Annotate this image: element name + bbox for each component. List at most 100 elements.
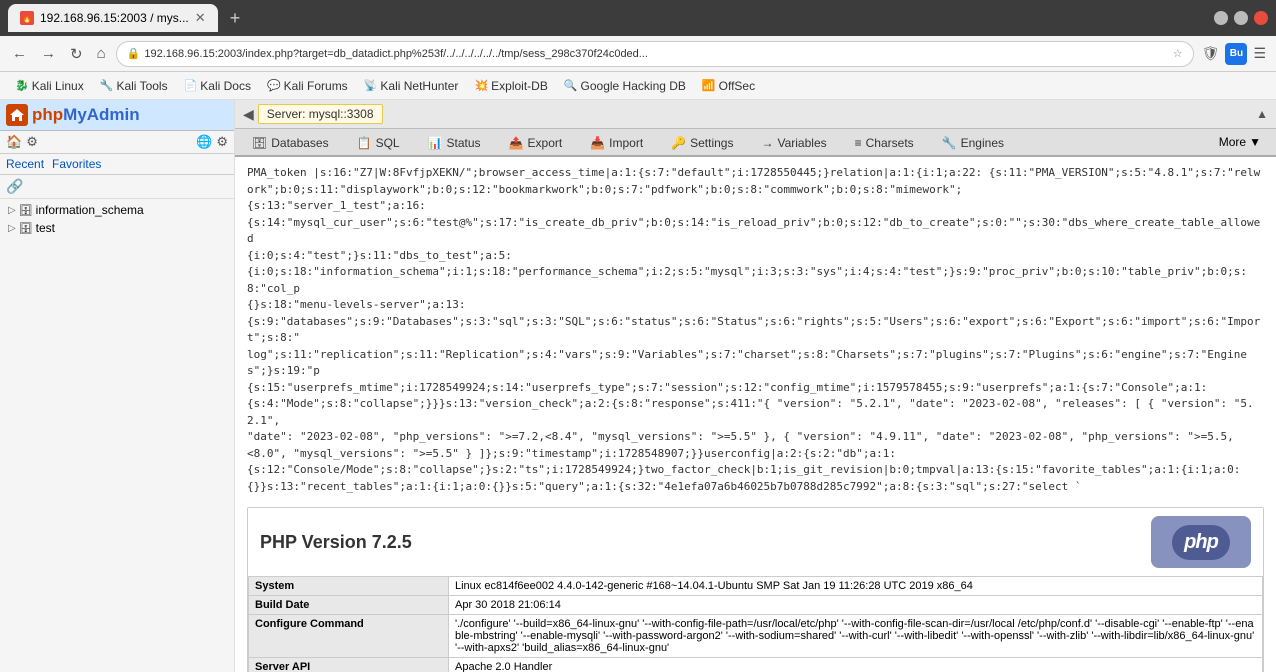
browser-tab[interactable]: 🔥 192.168.96.15:2003 / mys... ✕	[8, 4, 218, 32]
tab-close-button[interactable]: ✕	[195, 10, 206, 26]
menu-icon[interactable]: ☰	[1251, 43, 1268, 64]
phpmyadmin-logo: phpMyAdmin	[6, 104, 140, 126]
tab-sql[interactable]: 📋 SQL	[344, 130, 413, 155]
export-tab-label: Export	[528, 136, 563, 150]
tab-favicon: 🔥	[20, 11, 34, 25]
table-value: Apache 2.0 Handler	[449, 658, 1263, 672]
pma-house-icon	[6, 104, 28, 126]
charsets-tab-label: Charsets	[866, 136, 914, 150]
db-icon-information-schema: 🗄	[19, 204, 33, 217]
bookmark-google-hacking-db[interactable]: 🔍 Google Hacking DB	[557, 77, 693, 95]
profile-icon[interactable]: Bu	[1225, 43, 1247, 65]
home-button[interactable]: ⌂	[93, 43, 110, 64]
expand-content-button[interactable]: ▲	[1256, 107, 1268, 121]
window-controls	[1214, 11, 1268, 25]
expand-icon-test: ▷	[8, 223, 16, 234]
engines-tab-label: Engines	[961, 136, 1004, 150]
kali-nethunter-icon: 📡	[364, 79, 378, 92]
table-key: Configure Command	[249, 615, 449, 658]
new-tab-button[interactable]: +	[226, 8, 245, 29]
settings-tab-label: Settings	[690, 136, 733, 150]
address-bar[interactable]: 🔒 192.168.96.15:2003/index.php?target=db…	[116, 41, 1194, 67]
data-content: PMA_token |s:16:"Z7|W:8FvfjpXEKN/";brows…	[235, 157, 1276, 672]
favorites-link[interactable]: Favorites	[52, 157, 101, 171]
kali-docs-icon: 📄	[184, 79, 198, 92]
reload-button[interactable]: ↻	[66, 43, 87, 65]
back-button[interactable]: ←	[8, 43, 31, 64]
tab-import[interactable]: 📥 Import	[577, 130, 656, 155]
bookmark-exploit-db[interactable]: 💥 Exploit-DB	[467, 77, 554, 95]
bookmark-kali-docs[interactable]: 📄 Kali Docs	[177, 77, 258, 95]
table-value: Linux ec814f6ee002 4.4.0-142-generic #16…	[449, 577, 1263, 596]
import-tab-icon: 📥	[590, 136, 605, 150]
bookmarks-bar: 🐉 Kali Linux 🔧 Kali Tools 📄 Kali Docs 💬 …	[0, 72, 1276, 100]
sidebar-gear2-icon[interactable]: ⚙	[216, 134, 228, 150]
browser-toolbar: ← → ↻ ⌂ 🔒 192.168.96.15:2003/index.php?t…	[0, 36, 1276, 72]
sql-tab-icon: 📋	[357, 136, 372, 150]
offsec-icon: 📶	[702, 79, 716, 92]
server-breadcrumb: Server: mysql::3308	[258, 104, 383, 124]
bookmark-kali-nethunter[interactable]: 📡 Kali NetHunter	[357, 77, 466, 95]
more-chevron-icon: ▼	[1249, 135, 1261, 149]
table-key: Build Date	[249, 596, 449, 615]
kali-tools-icon: 🔧	[100, 79, 114, 92]
tab-engines[interactable]: 🔧 Engines	[929, 130, 1017, 155]
content-area: ◀ Server: mysql::3308 ▲ 🗄 Databases 📋 SQ…	[235, 100, 1276, 672]
sidebar-icons-row: 🏠 ⚙ 🌐 ⚙	[0, 131, 234, 154]
php-logo-inner: php	[1172, 525, 1230, 560]
table-row: System Linux ec814f6ee002 4.4.0-142-gene…	[249, 577, 1263, 596]
status-tab-label: Status	[447, 136, 481, 150]
tab-charsets[interactable]: ≡ Charsets	[842, 130, 927, 155]
status-tab-icon: 📊	[428, 136, 443, 150]
shield-icon[interactable]: 🛡	[1200, 43, 1222, 64]
recent-link[interactable]: Recent	[6, 157, 44, 171]
close-button[interactable]	[1254, 11, 1268, 25]
php-logo: php	[1151, 516, 1251, 568]
bookmark-kali-forums[interactable]: 💬 Kali Forums	[260, 77, 355, 95]
php-session-data: PMA_token |s:16:"Z7|W:8FvfjpXEKN/";brows…	[243, 161, 1268, 499]
sidebar-logo-area: phpMyAdmin	[0, 100, 234, 131]
charsets-tab-icon: ≡	[855, 136, 862, 150]
table-value: './configure' '--build=x86_64-linux-gnu'…	[449, 615, 1263, 658]
sidebar-recent-favorites: Recent Favorites	[0, 154, 234, 175]
sidebar-home-icon[interactable]: 🏠	[6, 134, 22, 150]
bookmark-star-icon[interactable]: ☆	[1173, 47, 1183, 60]
tab-export[interactable]: 📤 Export	[496, 130, 576, 155]
db-item-information-schema[interactable]: ▷ 🗄 information_schema	[0, 201, 234, 219]
tab-title: 192.168.96.15:2003 / mys...	[40, 11, 189, 25]
tab-databases[interactable]: 🗄 Databases	[239, 130, 342, 155]
bookmark-offsec[interactable]: 📶 OffSec	[695, 77, 762, 95]
import-tab-label: Import	[609, 136, 643, 150]
tab-variables[interactable]: → Variables	[748, 130, 839, 155]
php-version-title: PHP Version 7.2.5	[260, 532, 412, 553]
table-row: Configure Command './configure' '--build…	[249, 615, 1263, 658]
sidebar-settings-icon[interactable]: ⚙	[26, 134, 38, 150]
maximize-button[interactable]	[1234, 11, 1248, 25]
more-tab-label: More	[1219, 135, 1246, 149]
variables-tab-label: Variables	[777, 136, 826, 150]
sidebar-collapse-button[interactable]: ◀	[243, 106, 254, 123]
variables-tab-icon: →	[761, 136, 773, 150]
tab-status[interactable]: 📊 Status	[415, 130, 494, 155]
kali-forums-icon: 💬	[267, 79, 281, 92]
db-name-information-schema: information_schema	[36, 203, 144, 217]
nav-tabs: 🗄 Databases 📋 SQL 📊 Status 📤 Export 📥 Im…	[235, 129, 1276, 157]
bookmark-kali-tools[interactable]: 🔧 Kali Tools	[93, 77, 175, 95]
sidebar-connection-area: 🔗	[0, 175, 234, 199]
kali-linux-icon: 🐉	[15, 79, 29, 92]
sidebar-globe-icon[interactable]: 🌐	[196, 134, 212, 150]
minimize-button[interactable]	[1214, 11, 1228, 25]
address-text: 192.168.96.15:2003/index.php?target=db_d…	[144, 48, 1168, 60]
settings-tab-icon: 🔑	[671, 136, 686, 150]
table-key: Server API	[249, 658, 449, 672]
bookmark-kali-linux[interactable]: 🐉 Kali Linux	[8, 77, 91, 95]
tab-settings[interactable]: 🔑 Settings	[658, 130, 746, 155]
exploit-db-icon: 💥	[474, 79, 488, 92]
forward-button[interactable]: →	[37, 43, 60, 64]
sidebar: phpMyAdmin 🏠 ⚙ 🌐 ⚙ Recent Favorites 🔗 ▷ …	[0, 100, 235, 672]
pma-logo-text: phpMyAdmin	[32, 105, 140, 125]
engines-tab-icon: 🔧	[942, 136, 957, 150]
db-icon-test: 🗄	[19, 222, 33, 235]
tab-more[interactable]: More ▼	[1208, 129, 1272, 155]
db-item-test[interactable]: ▷ 🗄 test	[0, 219, 234, 237]
